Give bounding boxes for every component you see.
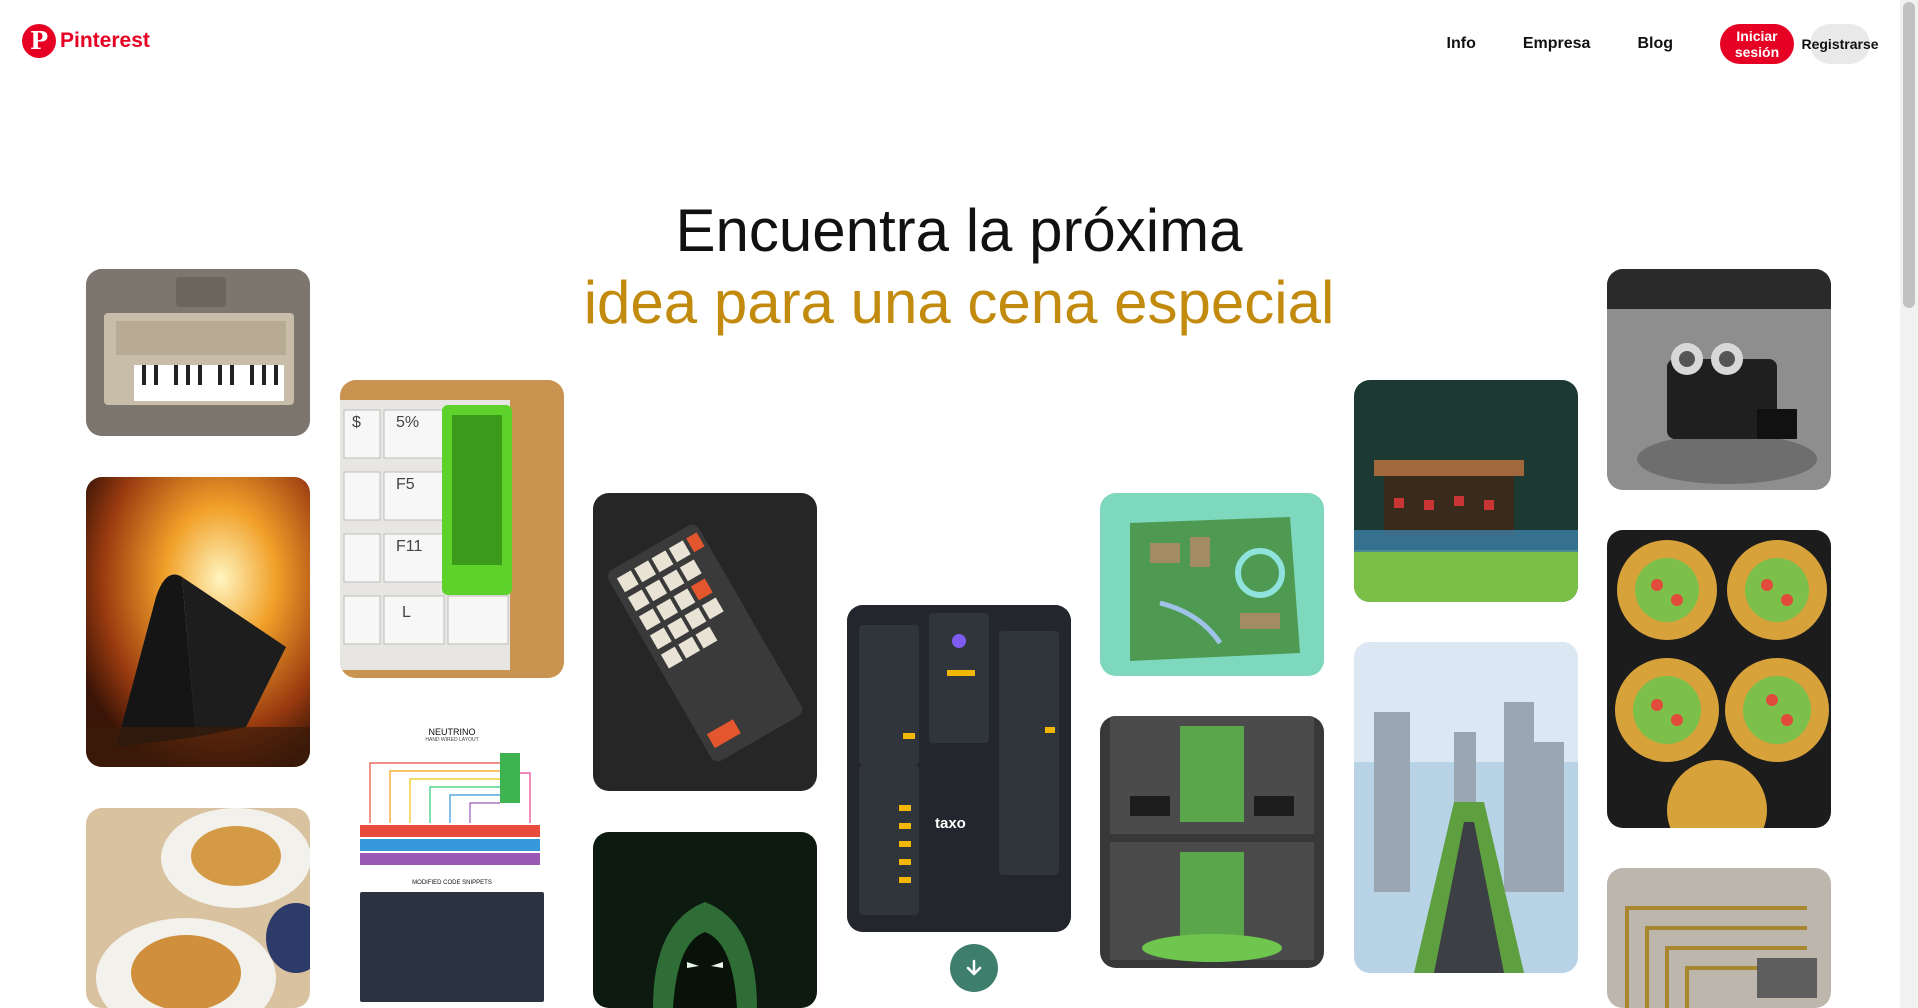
future-city-image bbox=[1354, 642, 1578, 973]
nav-link-empresa[interactable]: Empresa bbox=[1523, 35, 1591, 53]
svg-text:L: L bbox=[402, 604, 411, 621]
vertical-scrollbar[interactable] bbox=[1900, 0, 1918, 1008]
brand-name: Pinterest bbox=[60, 29, 150, 52]
pin-mechanical-keyboard[interactable] bbox=[593, 493, 817, 791]
minecraft-house-image bbox=[1354, 380, 1578, 602]
pinterest-logo[interactable]: P Pinterest bbox=[22, 24, 150, 58]
pin-island-map[interactable] bbox=[1100, 493, 1324, 676]
scroll-down-button[interactable] bbox=[950, 944, 998, 992]
pin-future-city[interactable] bbox=[1354, 642, 1578, 973]
pin-minecraft-house[interactable] bbox=[1354, 380, 1578, 602]
pin-green-bathroom[interactable] bbox=[1100, 716, 1324, 968]
hooded-figure-image bbox=[593, 832, 817, 1008]
island-map-image bbox=[1100, 493, 1324, 676]
svg-text:$: $ bbox=[352, 414, 361, 431]
arrow-down-icon bbox=[966, 959, 982, 976]
top-nav: Info Empresa Blog Iniciar sesión Registr… bbox=[1447, 24, 1879, 64]
pin-tostadas[interactable] bbox=[1607, 530, 1831, 828]
login-button[interactable]: Iniciar sesión bbox=[1720, 24, 1794, 64]
pancakes-image bbox=[86, 808, 310, 1008]
pin-keyboard-pcb[interactable]: $ 5% F5 F11 L bbox=[340, 380, 564, 678]
pin-circuit-board[interactable] bbox=[1607, 868, 1831, 1008]
pin-hooded-figure[interactable] bbox=[593, 832, 817, 1008]
taxo-app-ui-image bbox=[847, 605, 1071, 932]
nav-link-blog[interactable]: Blog bbox=[1637, 35, 1673, 53]
pin-pancakes[interactable] bbox=[86, 808, 310, 1008]
scrollbar-thumb[interactable] bbox=[1903, 2, 1915, 308]
header: P Pinterest Info Empresa Blog Iniciar se… bbox=[0, 0, 1918, 88]
code-snippets-image bbox=[360, 892, 544, 1002]
svg-text:F11: F11 bbox=[396, 538, 422, 555]
register-button[interactable]: Registrarse bbox=[1801, 24, 1879, 64]
taxo-logo: taxo bbox=[935, 815, 966, 832]
tostadas-image bbox=[1607, 530, 1831, 828]
hero-title: Encuentra la próxima bbox=[675, 197, 1243, 264]
keyboard-pcb-image: $ 5% F5 F11 L bbox=[340, 380, 564, 678]
robot-car-image bbox=[1607, 269, 1831, 490]
neutrino-diagram-image bbox=[360, 753, 540, 865]
batman-art-image bbox=[86, 477, 310, 767]
neutrino-title: NEUTRINO bbox=[428, 727, 476, 737]
svg-text:F5: F5 bbox=[396, 476, 415, 493]
neutrino-code-label: MODIFIED CODE SNIPPETS bbox=[412, 880, 492, 886]
pin-batman-art[interactable] bbox=[86, 477, 310, 767]
circuit-board-image bbox=[1607, 868, 1831, 1008]
svg-text:5%: 5% bbox=[396, 414, 419, 431]
pin-synthesizer[interactable] bbox=[86, 269, 310, 436]
pinterest-logo-icon: P bbox=[22, 24, 56, 58]
pin-neutrino-layout[interactable]: NEUTRINO HAND WIRED LAYOUT MODIFIED CODE… bbox=[340, 719, 564, 1008]
pin-robot-car[interactable] bbox=[1607, 269, 1831, 490]
mechanical-keyboard-image bbox=[593, 493, 817, 791]
nav-link-info[interactable]: Info bbox=[1447, 35, 1476, 53]
green-bathroom-image bbox=[1100, 716, 1324, 968]
synthesizer-image bbox=[86, 269, 310, 436]
pin-taxo-app[interactable]: taxo bbox=[847, 605, 1071, 932]
